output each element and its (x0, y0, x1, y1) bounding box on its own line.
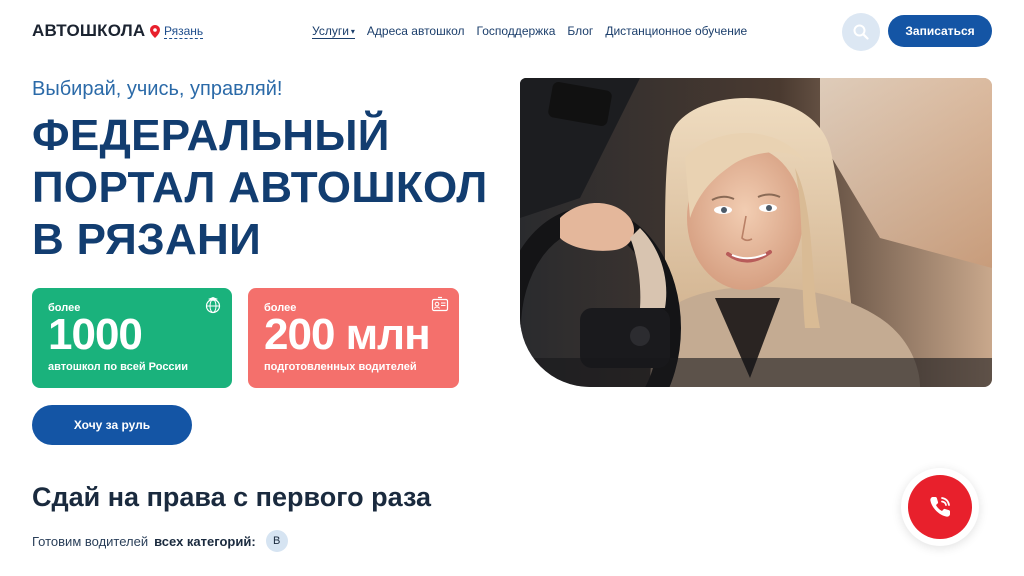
signup-button[interactable]: Записаться (888, 15, 992, 47)
nav-item-addresses[interactable]: Адреса автошкол (367, 24, 465, 39)
header: АВТОШКОЛА Рязань Услуги ▾ Адреса автошко… (0, 0, 1024, 62)
nav-item-gov-support[interactable]: Господдержка (477, 24, 556, 39)
nav-item-services[interactable]: Услуги ▾ (312, 24, 355, 39)
main-nav: Услуги ▾ Адреса автошкол Господдержка Бл… (312, 24, 747, 39)
want-to-drive-button[interactable]: Хочу за руль (32, 405, 192, 445)
nav-item-label: Услуги (312, 24, 349, 38)
stat-value: 1000 (48, 310, 143, 359)
stat-caption: подготовленных водителей (264, 361, 417, 373)
stat-card-schools: более 1000 автошкол по всей России (32, 288, 232, 388)
section-title: Сдай на права с первого раза (32, 482, 432, 512)
city-selector[interactable]: Рязань (150, 24, 204, 39)
hero-title-line: ФЕДЕРАЛЬНЫЙ (32, 111, 390, 160)
category-badge-b[interactable]: В (265, 530, 288, 552)
nav-item-blog[interactable]: Блог (567, 24, 593, 39)
site-logo[interactable]: АВТОШКОЛА (32, 21, 145, 41)
hero-title-line: ПОРТАЛ АВТОШКОЛ (32, 163, 488, 212)
phone-icon (930, 497, 950, 517)
search-icon (853, 24, 869, 40)
chevron-down-icon: ▾ (350, 26, 355, 36)
categories-bold: всех категорий: (154, 533, 256, 549)
map-pin-icon (150, 25, 160, 38)
stat-card-drivers: более 200 млн подготовленных водителей (248, 288, 459, 388)
nav-item-distance-learning[interactable]: Дистанционное обучение (605, 24, 747, 39)
city-label: Рязань (164, 24, 204, 39)
call-button[interactable] (901, 468, 979, 546)
categories-line: Готовим водителей всех категорий: В (32, 530, 288, 552)
hero-title-line: В РЯЗАНИ (32, 215, 262, 264)
hero-title: ФЕДЕРАЛЬНЫЙ ПОРТАЛ АВТОШКОЛ В РЯЗАНИ (32, 110, 512, 266)
hero-photo-driver (520, 78, 992, 387)
stat-caption: автошкол по всей России (48, 361, 189, 373)
categories-prefix: Готовим водителей (32, 533, 149, 549)
license-icon (431, 296, 449, 312)
search-button[interactable] (842, 13, 880, 51)
call-button-inner (908, 475, 972, 539)
globe-cap-icon (205, 297, 221, 314)
stat-value: 200 млн (264, 310, 431, 359)
hero-tagline: Выбирай, учись, управляй! (32, 78, 283, 100)
